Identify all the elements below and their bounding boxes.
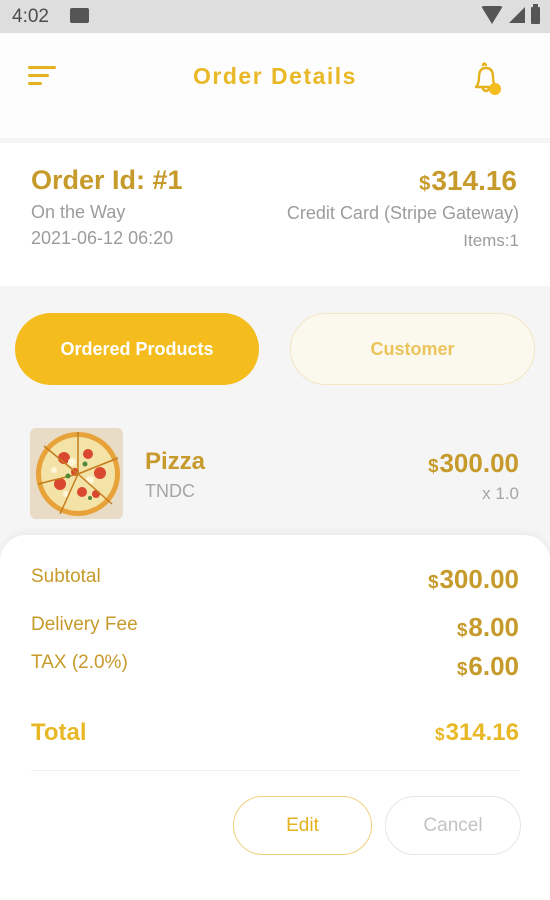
status-bar: 4:02 (0, 0, 550, 33)
order-summary-card: Order Id: #1 On the Way 2021-06-12 06:20… (0, 143, 550, 286)
order-id: Order Id: #1 (31, 165, 183, 195)
product-price-amount: 300.00 (439, 448, 519, 478)
currency-symbol: $ (434, 724, 445, 744)
order-total-amount: 314.16 (431, 165, 517, 196)
status-icons (481, 3, 540, 24)
divider (31, 770, 519, 771)
tax-value: $6.00 (457, 651, 519, 682)
signal-icon (509, 7, 525, 23)
product-quantity: x 1.0 (482, 484, 519, 503)
order-total: $314.16 (419, 165, 517, 197)
battery-icon (531, 3, 540, 24)
delivery-fee-label: Delivery Fee (31, 614, 138, 635)
total-amount: 314.16 (445, 719, 519, 746)
wifi-icon (481, 6, 503, 24)
list-item[interactable]: Pizza TNDC $300.00 x 1.0 (0, 420, 550, 530)
total-label: Total (31, 719, 87, 746)
app-header: Order Details (0, 33, 550, 138)
edit-button[interactable]: Edit (233, 796, 372, 855)
tax-amount: 6.00 (468, 651, 519, 681)
currency-symbol: $ (428, 571, 439, 592)
subtotal-value: $300.00 (428, 564, 519, 595)
delivery-fee-amount: 8.00 (468, 612, 519, 642)
product-price: $300.00 (428, 448, 519, 479)
currency-symbol: $ (428, 455, 439, 476)
cancel-button[interactable]: Cancel (385, 796, 521, 855)
tax-label: TAX (2.0%) (31, 652, 128, 673)
items-count: Items:1 (463, 231, 519, 250)
currency-symbol: $ (456, 658, 468, 679)
currency-symbol: $ (456, 619, 468, 640)
product-name: Pizza (145, 448, 206, 475)
order-status: On the Way (31, 202, 126, 222)
status-time: 4:02 (12, 6, 49, 27)
tab-ordered-products[interactable]: Ordered Products (15, 313, 259, 385)
product-sku: TNDC (145, 481, 195, 501)
currency-symbol: $ (419, 173, 431, 195)
order-datetime: 2021-06-12 06:20 (31, 228, 174, 248)
subtotal-amount: 300.00 (439, 564, 519, 594)
notification-dot-icon (489, 83, 501, 95)
bell-icon[interactable] (466, 59, 506, 99)
subtotal-label: Subtotal (31, 566, 101, 587)
tab-customer[interactable]: Customer (290, 313, 535, 385)
payment-method: Credit Card (Stripe Gateway) (286, 203, 519, 223)
delivery-fee-value: $8.00 (457, 612, 519, 643)
product-image (30, 428, 123, 519)
mail-icon (70, 8, 89, 23)
totals-panel: Subtotal $300.00 Delivery Fee $8.00 TAX … (0, 535, 550, 900)
total-value: $314.16 (435, 719, 519, 747)
